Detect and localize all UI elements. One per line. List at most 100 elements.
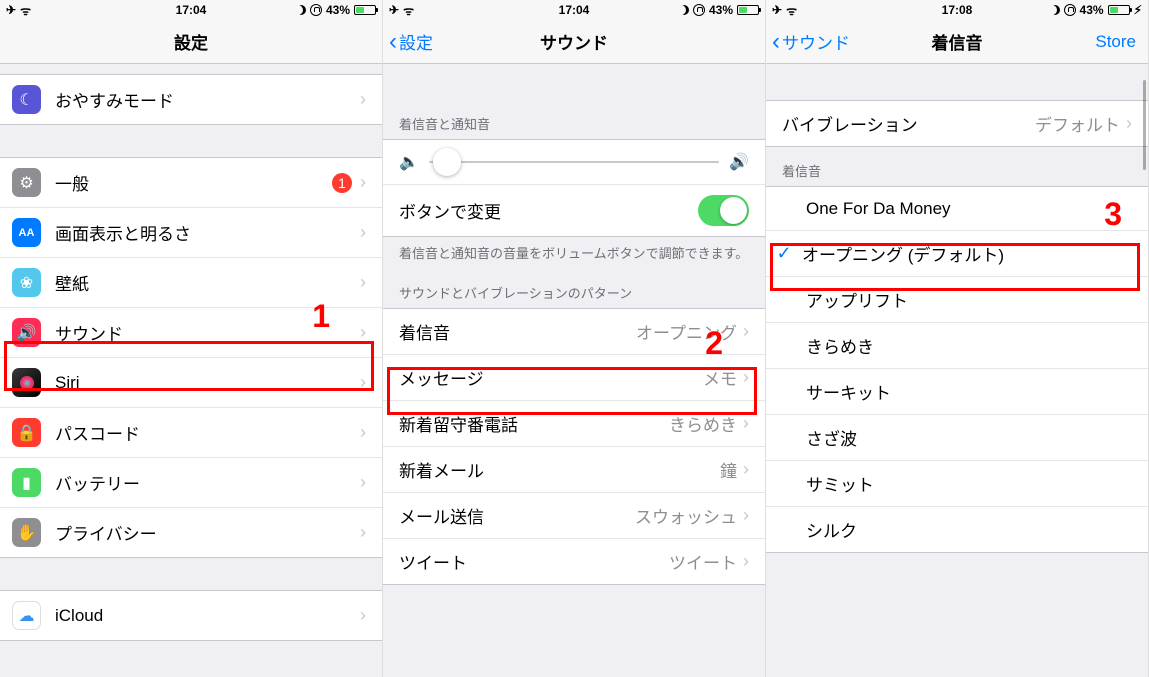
battery-icon (737, 5, 759, 15)
cell-detail: 鐘 (720, 457, 737, 482)
ringtone-item[interactable]: サーキット (766, 369, 1148, 415)
cell-detail: スウォッシュ (635, 503, 737, 528)
dnd-moon-icon (679, 5, 689, 15)
ringtone-item[interactable]: サミット (766, 461, 1148, 507)
cell-do-not-disturb[interactable]: ☾ おやすみモード › (0, 75, 382, 124)
chevron-right-icon: › (360, 472, 366, 493)
cell-display[interactable]: AA 画面表示と明るさ › (0, 208, 382, 258)
toggle-change-with-buttons[interactable] (698, 195, 749, 226)
airplane-icon: ✈︎ (6, 3, 16, 17)
volume-slider-row[interactable]: 🔈 🔊 (383, 140, 765, 185)
speaker-high-icon: 🔊 (729, 152, 749, 172)
ringtone-custom[interactable]: One For Da Money (766, 187, 1148, 231)
ringtone-default[interactable]: ✓ オープニング (デフォルト) (766, 231, 1148, 277)
ringtone-label: アップリフト (806, 287, 1132, 312)
cell-detail: ツイート (669, 549, 737, 574)
chevron-left-icon: ‹ (389, 30, 397, 54)
status-bar: ✈︎ ᯤ 17:04 43% (0, 0, 382, 20)
chevron-right-icon: › (360, 372, 366, 393)
volume-slider[interactable] (429, 161, 719, 163)
nav-bar: 設定 (0, 20, 382, 64)
cell-label: 一般 (55, 170, 332, 195)
cell-vibration[interactable]: バイブレーション デフォルト › (766, 101, 1148, 146)
cell-icloud[interactable]: ☁︎ iCloud › (0, 591, 382, 640)
store-button[interactable]: Store (1095, 32, 1136, 52)
dnd-moon-icon (1050, 5, 1060, 15)
page-title: 設定 (174, 29, 208, 54)
cell-label: ボタンで変更 (399, 198, 698, 223)
ringtone-item[interactable]: さざ波 (766, 415, 1148, 461)
chevron-right-icon: › (1126, 113, 1132, 134)
ringtone-item[interactable]: きらめき (766, 323, 1148, 369)
cell-label: iCloud (55, 606, 360, 626)
cell-sent-mail[interactable]: メール送信 スウォッシュ › (383, 493, 765, 539)
cell-label: 新着留守番電話 (399, 411, 669, 436)
cell-new-mail[interactable]: 新着メール 鐘 › (383, 447, 765, 493)
ringtone-label: オープニング (デフォルト) (802, 241, 1132, 266)
ringtone-label: One For Da Money (806, 199, 1132, 219)
chevron-left-icon: ‹ (772, 30, 780, 54)
ringtone-label: きらめき (806, 333, 1132, 358)
status-bar: ✈︎ ᯤ 17:04 43% (383, 0, 765, 20)
back-button[interactable]: ‹ 設定 (389, 29, 433, 54)
cell-tweet[interactable]: ツイート ツイート › (383, 539, 765, 584)
cell-label: 壁紙 (55, 270, 360, 295)
cell-label: メッセージ (399, 365, 703, 390)
cell-passcode[interactable]: 🔒 パスコード › (0, 408, 382, 458)
battery-pct: 43% (709, 3, 733, 17)
cell-label: メール送信 (399, 503, 635, 528)
gear-icon: ⚙︎ (12, 168, 41, 197)
cell-label: 新着メール (399, 457, 720, 482)
cell-privacy[interactable]: ✋ プライバシー › (0, 508, 382, 557)
cell-change-with-buttons[interactable]: ボタンで変更 (383, 185, 765, 236)
ringtone-label: さざ波 (806, 425, 1132, 450)
cell-detail: デフォルト (1035, 111, 1120, 136)
cell-siri[interactable]: Siri › (0, 358, 382, 408)
ringtone-item[interactable]: アップリフト (766, 277, 1148, 323)
rotation-lock-icon (693, 4, 705, 16)
dnd-moon-icon (296, 5, 306, 15)
wifi-icon: ᯤ (403, 2, 414, 19)
ringtone-label: サミット (806, 471, 1132, 496)
text-size-icon: AA (12, 218, 41, 247)
battery-icon (354, 5, 376, 15)
screen-sounds: ✈︎ ᯤ 17:04 43% ‹ 設定 サウンド 着信音と通知音 🔈 🔊 ボタン… (383, 0, 766, 677)
chevron-right-icon: › (743, 551, 749, 572)
chevron-right-icon: › (743, 459, 749, 480)
charging-icon: ⚡︎ (1134, 3, 1142, 17)
battery-pct: 43% (1080, 3, 1104, 17)
status-bar: ✈︎ ᯤ 17:08 43% ⚡︎ (766, 0, 1148, 20)
nav-bar: ‹ 設定 サウンド (383, 20, 765, 64)
airplane-icon: ✈︎ (772, 3, 782, 17)
checkmark-icon: ✓ (774, 243, 794, 264)
cell-general[interactable]: ⚙︎ 一般 1 › (0, 158, 382, 208)
ringtone-item[interactable]: シルク (766, 507, 1148, 552)
back-button[interactable]: ‹ サウンド (772, 29, 850, 54)
chevron-right-icon: › (743, 413, 749, 434)
cell-detail: メモ (703, 365, 737, 390)
cell-battery[interactable]: ▮ バッテリー › (0, 458, 382, 508)
cloud-icon: ☁︎ (12, 601, 41, 630)
cell-voicemail[interactable]: 新着留守番電話 きらめき › (383, 401, 765, 447)
speaker-icon: 🔊 (12, 318, 41, 347)
rotation-lock-icon (310, 4, 322, 16)
chevron-right-icon: › (360, 89, 366, 110)
cell-label: プライバシー (55, 520, 360, 545)
cell-label: 画面表示と明るさ (55, 220, 360, 245)
scrollbar-indicator[interactable] (1143, 80, 1146, 170)
group-header-ringer: 着信音と通知音 (383, 100, 765, 139)
group-header-ringtones: 着信音 (766, 147, 1148, 186)
chevron-right-icon: › (743, 367, 749, 388)
chevron-right-icon: › (360, 422, 366, 443)
speaker-low-icon: 🔈 (399, 152, 419, 172)
cell-text-tone[interactable]: メッセージ メモ › (383, 355, 765, 401)
chevron-right-icon: › (360, 222, 366, 243)
cell-label: ツイート (399, 549, 669, 574)
cell-label: バイブレーション (782, 111, 1035, 136)
notification-badge: 1 (332, 173, 352, 193)
chevron-right-icon: › (360, 272, 366, 293)
status-time: 17:04 (176, 3, 207, 17)
group-footer: 着信音と通知音の音量をボリュームボタンで調節できます。 (383, 237, 765, 269)
page-title: サウンド (540, 29, 608, 54)
screen-settings: ✈︎ ᯤ 17:04 43% 設定 ☾ おやすみモード › ⚙︎ 一般 1 › … (0, 0, 383, 677)
